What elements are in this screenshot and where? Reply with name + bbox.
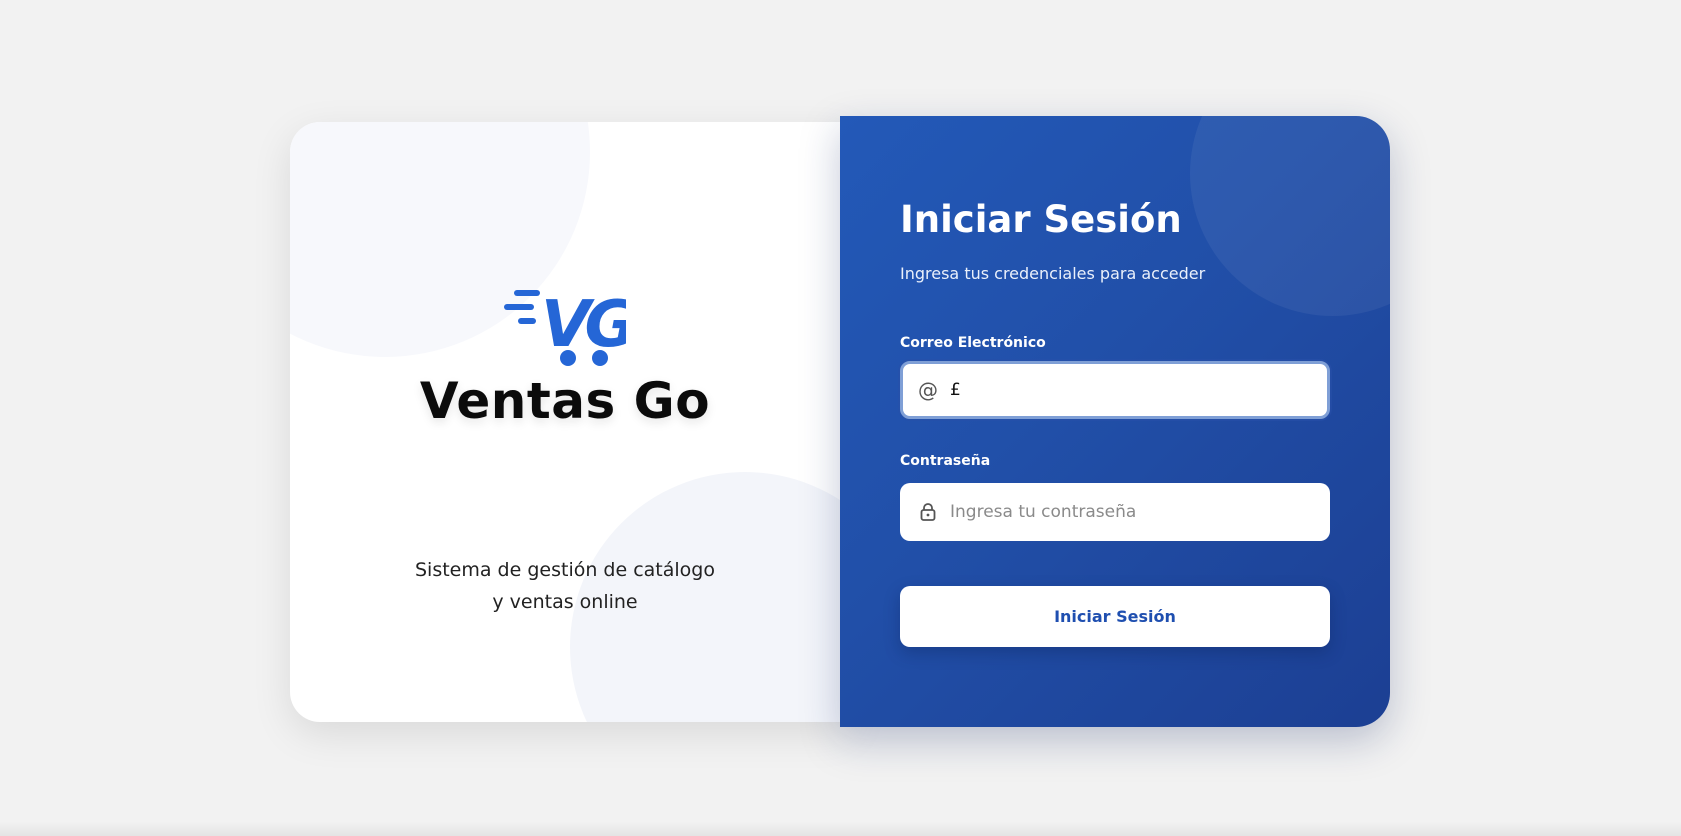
password-input[interactable] (950, 483, 1318, 541)
password-field[interactable] (900, 483, 1330, 541)
logo-letters: VG (541, 288, 626, 362)
decorative-circle (1190, 116, 1390, 316)
tagline-line-2: y ventas online (492, 591, 638, 613)
at-icon: @ (918, 378, 938, 402)
page-bottom-shade (0, 822, 1681, 836)
login-button[interactable]: Iniciar Sesión (900, 586, 1330, 647)
password-label: Contraseña (900, 453, 991, 469)
login-panel: Iniciar Sesión Ingresa tus credenciales … (840, 116, 1390, 727)
email-field[interactable]: @ (900, 361, 1330, 419)
brand-panel: VG Ventas Go Sistema de gestión de catál… (290, 122, 850, 722)
brand-name: Ventas Go (419, 372, 711, 430)
email-input[interactable] (950, 364, 1315, 416)
tagline-line-1: Sistema de gestión de catálogo (414, 559, 715, 581)
lock-icon (918, 502, 938, 522)
login-subtitle: Ingresa tus credenciales para acceder (900, 264, 1206, 283)
tagline: Sistema de gestión de catálogo y ventas … (290, 554, 840, 618)
cart-icon: VG (504, 288, 626, 366)
brand-logo: VG Ventas Go (290, 282, 840, 430)
login-title: Iniciar Sesión (900, 198, 1182, 241)
email-label: Correo Electrónico (900, 335, 1046, 351)
